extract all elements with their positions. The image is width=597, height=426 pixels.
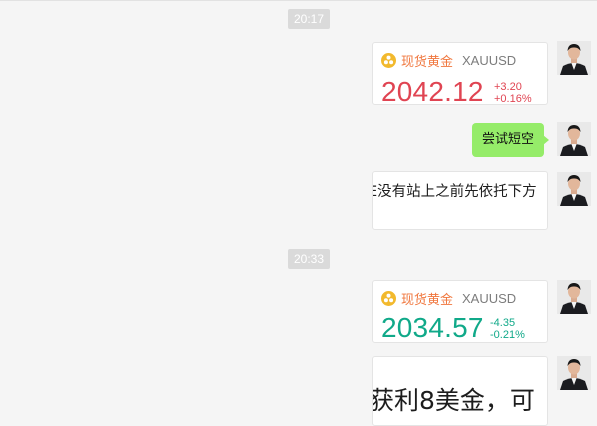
quote-name: 现货黄金 [401, 292, 454, 308]
quote-change: +3.20 +0.16% [494, 81, 532, 105]
quote-price: 2034.57 [381, 312, 484, 343]
user-avatar[interactable] [557, 41, 591, 75]
quote-name: 现货黄金 [401, 54, 454, 70]
quote-change-value: -4.35 [490, 317, 516, 329]
timestamp: 20:33 [288, 249, 331, 269]
image-text: E没有站上之前先依托下方 [372, 184, 537, 200]
image-message[interactable]: E没有站上之前先依托下方 [372, 171, 548, 230]
avatar-photo [557, 41, 591, 75]
quote-symbol: XAUUSD [462, 290, 517, 306]
quote-change-value: +3.20 [494, 81, 522, 93]
user-avatar[interactable] [557, 356, 591, 390]
avatar-photo [557, 356, 591, 390]
image-message[interactable]: 获利8美金，可 [372, 356, 548, 426]
quote-change: -4.35 -0.21% [490, 317, 525, 341]
quote-symbol: XAUUSD [462, 52, 517, 68]
gold-coins-icon [381, 290, 396, 306]
user-avatar[interactable] [557, 172, 591, 206]
quote-change-percent: +0.16% [494, 93, 532, 105]
quote-card[interactable]: 现货黄金 XAUUSD 2042.12 +3.20 +0.16% [372, 42, 548, 105]
gold-coins-icon [381, 52, 396, 68]
quote-header: 现货黄金 XAUUSD [381, 51, 517, 70]
top-divider [0, 0, 597, 1]
quote-change-percent: -0.21% [490, 329, 525, 341]
quote-price: 2042.12 [381, 76, 484, 105]
user-avatar[interactable] [557, 122, 591, 156]
avatar-photo [557, 172, 591, 206]
timestamp: 20:17 [288, 9, 331, 29]
message-bubble[interactable]: 尝试短空 [471, 123, 550, 157]
quote-card[interactable]: 现货黄金 XAUUSD 2034.57 -4.35 -0.21% [372, 280, 548, 343]
image-text: 获利8美金，可 [372, 386, 535, 415]
avatar-photo [557, 280, 591, 314]
quote-header: 现货黄金 XAUUSD [381, 289, 517, 308]
user-avatar[interactable] [557, 280, 591, 314]
avatar-photo [557, 122, 591, 156]
